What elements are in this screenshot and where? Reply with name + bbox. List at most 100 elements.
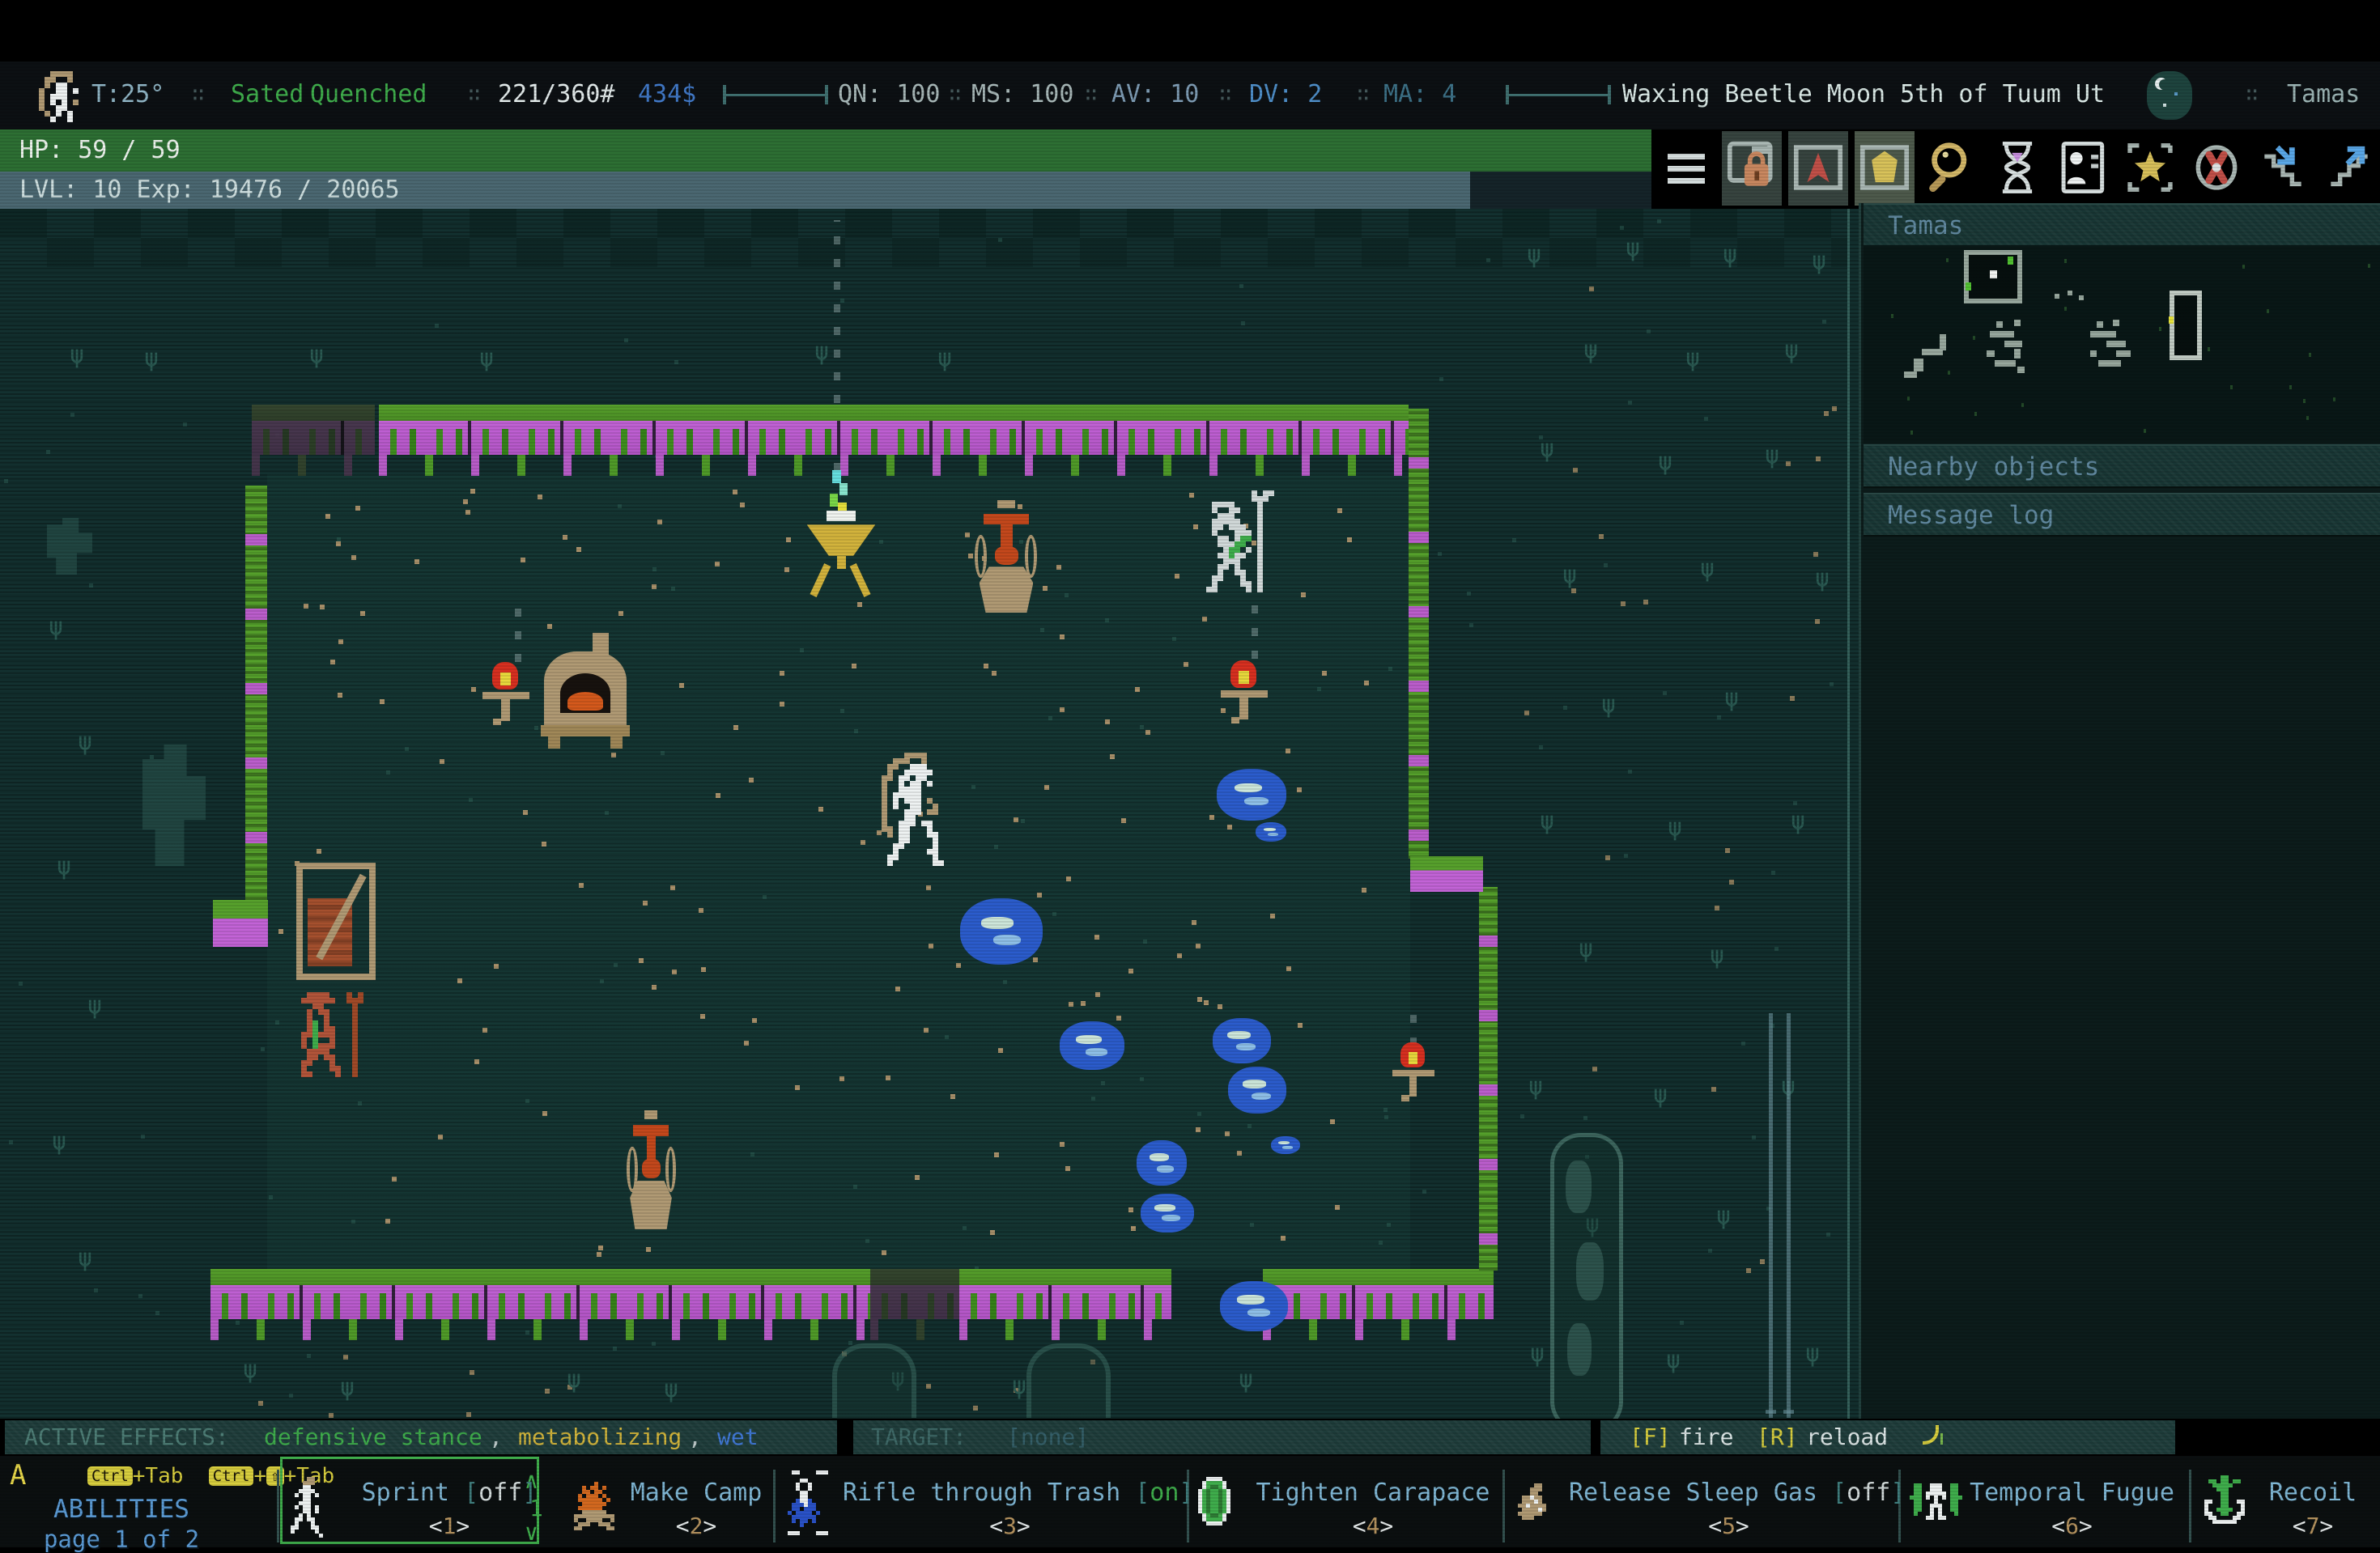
floor-speck [563,535,567,540]
abilities-marker: A [10,1459,26,1491]
floor-speck [1621,601,1626,606]
arch [1026,1343,1111,1418]
grass-tuft: ψ [937,346,952,371]
smoke-trail [1410,1004,1417,1046]
minimap-block [2014,320,2021,326]
floor-speck [800,648,804,652]
floor-speck [1628,401,1632,405]
floor-speck [1741,1042,1745,1046]
grass-tuft: ψ [1540,437,1554,461]
floor-speck [521,558,525,562]
game-window: T:25°∷SatedQuenched∷221/360#434$QN: 100∷… [0,0,2380,1547]
floor-speck [1439,377,1443,381]
sparkle [827,511,855,521]
ability-slot-tighten-carapace[interactable]: Tighten Carapace<4> [1187,1456,1502,1547]
floor-speck [605,811,609,815]
torch-bar [482,692,529,699]
floor-speck [9,1140,13,1144]
minimap-terrain-dot [2064,259,2067,263]
floor-speck [1752,1135,1756,1139]
floor-speck [1571,588,1576,593]
minimap-terrain-dot [2368,264,2370,268]
brazier [805,468,877,597]
sidebar-section-message-log[interactable]: Message log [1864,493,2380,537]
ability-name: Make Camp [629,1479,763,1507]
floor-speck [1330,1119,1335,1124]
ability-slot-recoil[interactable]: Recoil<7> [2189,1456,2380,1547]
window-lock-icon[interactable] [1722,131,1782,206]
slider-end [1608,85,1611,104]
target-value: [none] [1007,1420,1089,1454]
water-puddle [1228,1067,1286,1114]
weapon-hint-key: [R] [1757,1420,1798,1454]
floor-speck [795,1085,800,1090]
menu-icon[interactable] [1668,147,1708,189]
floor-speck [1257,582,1262,587]
puddle-highlight [1282,1146,1292,1149]
map-viewport[interactable]: ψψψψψψψψψψψψψψψψψψψψψψψψψψψψψψψψψψψψψψψψ… [0,209,1859,1419]
map-sidebar-divider [1847,209,1850,1419]
stairs-down-icon[interactable] [2253,131,2313,206]
compass-icon[interactable] [2187,131,2246,206]
active-effects-panel: ACTIVE EFFECTS:defensive stance,metaboli… [5,1420,837,1454]
floor-speck [1317,687,1321,691]
grass-tuft: ψ [567,1368,581,1392]
floor-speck [992,671,997,676]
floor-speck [853,1185,857,1189]
hourglass-icon[interactable] [1987,131,2047,206]
floor-speck [1362,888,1366,893]
ability-slot-rifle-through-trash[interactable]: Rifle through Trash [on]<3> [776,1456,1187,1547]
floor-speck [624,338,628,342]
torch-stem [501,699,509,721]
sidebar-section-label: Nearby objects [1888,452,2099,482]
puddle-highlight [981,917,1014,929]
floor-speck [877,830,882,835]
minimap-block [2004,341,2022,347]
floor-speck [963,1226,967,1230]
ability-slot-temporal-fugue[interactable]: Temporal Fugue<6> [1898,1456,2189,1547]
wall-band [245,609,267,620]
floor-speck [1069,1002,1073,1007]
floor-speck [1589,286,1594,291]
floor-speck [1177,953,1182,958]
floor-speck [752,1018,757,1023]
floor-speck [1060,707,1065,712]
minimap[interactable] [1864,245,2380,443]
ability-slot-release-sleep-gas[interactable]: Release Sleep Gas [off]<5> [1502,1456,1898,1547]
character-card-icon[interactable] [2054,131,2114,206]
arch [832,1343,916,1418]
floor-speck [1196,1127,1201,1132]
slider-widget[interactable] [1506,91,1611,99]
menu-bar [1668,154,1705,159]
floor-speck [435,324,439,328]
puddle-highlight [1252,1093,1271,1100]
sprint-icon [291,1477,295,1481]
sidebar-section-nearby-objects[interactable]: Nearby objects [1864,444,2380,488]
floor-speck [915,1175,920,1180]
slider-widget[interactable] [723,91,828,99]
torch [1392,1042,1434,1102]
ability-slot-make-camp[interactable]: Make Camp<2> [563,1456,773,1547]
nav-arrow-icon[interactable] [1788,131,1848,206]
floor-speck [1128,1207,1133,1212]
stairs-up-icon[interactable] [2319,131,2379,206]
minimap-block [2169,316,2174,324]
torch [482,662,529,727]
floor-speck [289,1394,293,1398]
torch-bar [1392,1070,1434,1076]
floor-speck [337,537,341,541]
ability-slot-sprint[interactable]: Sprint [off]<1> [279,1456,563,1547]
star-target-icon[interactable] [2120,131,2180,206]
separator-icon: ∷ [949,62,962,128]
floor-speck [385,1219,390,1224]
floor-speck [1056,565,1061,570]
minimap-block [1995,360,2016,367]
magnifier-icon[interactable] [1921,131,1981,206]
brazier-stem [837,556,846,569]
sidebar-title-band[interactable]: Tamas [1864,203,2380,247]
gem-icon[interactable] [1855,131,1915,206]
wall-band [1409,681,1429,692]
floor-speck [330,660,335,664]
player-name: Tamas [2287,62,2360,128]
floor-speck [1116,1016,1121,1020]
